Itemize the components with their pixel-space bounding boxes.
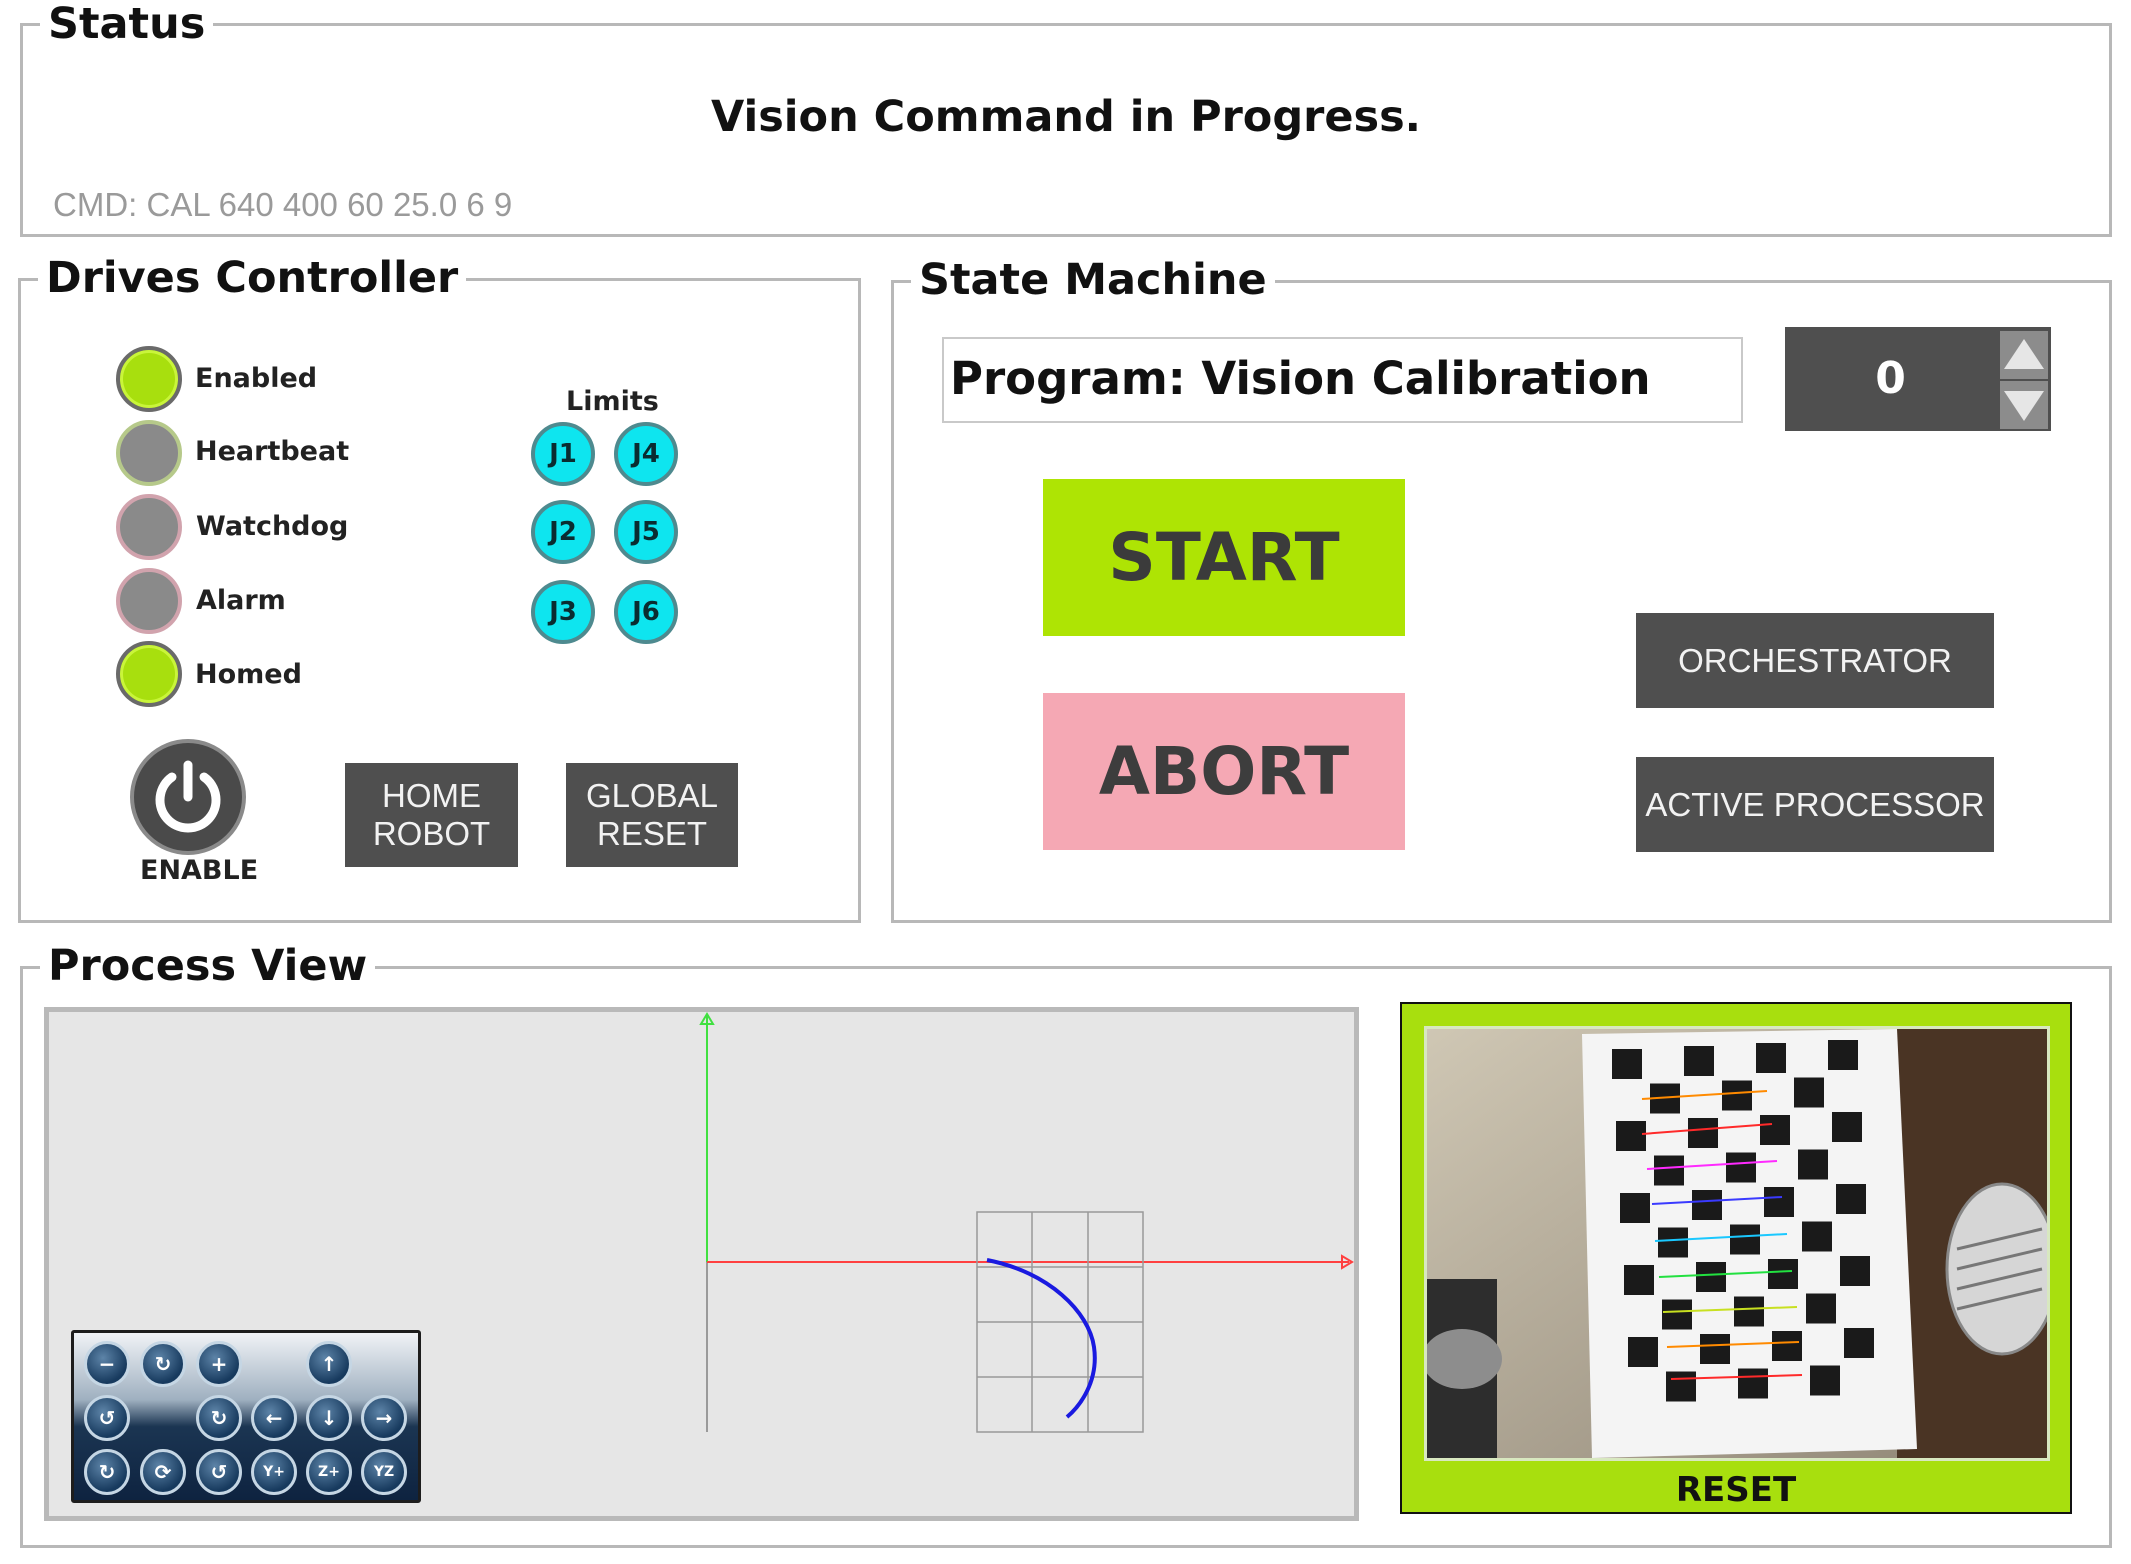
rotate-icon[interactable]: ↻: [140, 1341, 186, 1387]
camera-reset-button[interactable]: RESET: [1402, 1470, 2070, 1510]
step-up-button[interactable]: [2000, 331, 2048, 379]
checker-square: [1692, 1190, 1722, 1220]
checker-square: [1620, 1193, 1650, 1223]
global-reset-button[interactable]: GLOBAL RESET: [566, 763, 738, 867]
step-number-stepper[interactable]: 0: [1785, 327, 2051, 431]
checker-square: [1624, 1265, 1654, 1295]
rotate-right-icon[interactable]: ↻: [196, 1395, 242, 1441]
checker-square: [1628, 1337, 1658, 1367]
limit-j3-indicator: J3: [531, 580, 595, 644]
checker-square: [1810, 1365, 1840, 1396]
status-legend: Status: [40, 0, 214, 48]
limit-j5-indicator: J5: [614, 500, 678, 564]
checker-square: [1840, 1256, 1870, 1286]
checker-square: [1734, 1296, 1764, 1327]
checker-square: [1684, 1046, 1714, 1076]
watchdog-label: Watchdog: [196, 511, 349, 542]
pan-up-icon[interactable]: ↑: [306, 1341, 352, 1387]
checker-square: [1612, 1049, 1642, 1079]
limit-j2-indicator: J2: [531, 500, 595, 564]
heartbeat-label: Heartbeat: [195, 436, 350, 467]
reset-view-icon[interactable]: ↻: [84, 1449, 130, 1495]
limit-j6-indicator: J6: [614, 580, 678, 644]
checker-square: [1696, 1262, 1726, 1292]
abort-button[interactable]: ABORT: [1043, 693, 1405, 850]
alarm-led: [116, 568, 182, 634]
pan-down-icon[interactable]: ↓: [306, 1395, 352, 1441]
homed-label: Homed: [195, 659, 302, 690]
checker-square: [1798, 1149, 1828, 1180]
tool-path: [986, 1258, 1097, 1419]
home-robot-button[interactable]: HOME ROBOT: [345, 763, 518, 867]
camera-view-panel[interactable]: RESET: [1400, 1002, 2072, 1514]
checker-square: [1662, 1299, 1692, 1330]
status-message: Vision Command in Progress.: [710, 92, 1422, 142]
checker-square: [1654, 1155, 1684, 1186]
limit-j4-indicator: J4: [614, 422, 678, 486]
triangle-down-icon: [2004, 391, 2044, 421]
checker-square: [1832, 1112, 1862, 1142]
checker-square: [1666, 1371, 1696, 1402]
view-yx-icon[interactable]: Y+: [251, 1449, 297, 1495]
step-down-button[interactable]: [2000, 381, 2048, 429]
checker-square: [1616, 1121, 1646, 1151]
pan-right-icon[interactable]: →: [361, 1395, 407, 1441]
start-button[interactable]: START: [1043, 479, 1405, 636]
enable-label: ENABLE: [140, 855, 259, 886]
checker-square: [1760, 1115, 1790, 1145]
camera-image: [1424, 1026, 2050, 1461]
power-icon: [155, 760, 221, 833]
view-navigation-toolbar: − ↻ + ↑ ↺ ↻ ← ↓ → ↻ ⟳ ↺ Y+ Z+ YZ: [71, 1330, 421, 1503]
checker-square: [1768, 1259, 1798, 1289]
work-grid: [976, 1211, 1144, 1433]
process-view-legend: Process View: [40, 942, 376, 990]
program-name-field[interactable]: Program: Vision Calibration: [942, 337, 1743, 423]
active-processor-button[interactable]: ACTIVE PROCESSOR: [1636, 757, 1994, 852]
enabled-led: [116, 346, 182, 412]
alarm-label: Alarm: [196, 585, 286, 616]
calibration-image: [1427, 1029, 2047, 1458]
checker-square: [1844, 1328, 1874, 1358]
checker-square: [1836, 1184, 1866, 1214]
pan-left-icon[interactable]: ←: [251, 1395, 297, 1441]
state-machine-legend: State Machine: [911, 256, 1275, 304]
checker-square: [1700, 1334, 1730, 1364]
homed-led: [116, 641, 182, 707]
checker-square: [1756, 1043, 1786, 1073]
checker-square: [1722, 1080, 1752, 1111]
checker-square: [1806, 1293, 1836, 1324]
watchdog-led: [116, 494, 182, 560]
checker-square: [1764, 1187, 1794, 1217]
undo-rotate-icon[interactable]: ↺: [196, 1449, 242, 1495]
enable-button[interactable]: [130, 739, 246, 855]
zoom-in-icon[interactable]: +: [196, 1341, 242, 1387]
orbit-icon[interactable]: ⟳: [140, 1449, 186, 1495]
triangle-up-icon: [2004, 339, 2044, 369]
rotate-left-icon[interactable]: ↺: [84, 1395, 130, 1441]
checker-square: [1726, 1152, 1756, 1183]
checker-square: [1688, 1118, 1718, 1148]
status-command: CMD: CAL 640 400 60 25.0 6 9: [53, 186, 513, 223]
drives-controller-legend: Drives Controller: [38, 254, 467, 302]
limit-j1-indicator: J1: [531, 422, 595, 486]
checker-square: [1794, 1077, 1824, 1108]
view-zx-icon[interactable]: Z+: [306, 1449, 352, 1495]
enabled-label: Enabled: [195, 363, 318, 394]
orchestrator-button[interactable]: ORCHESTRATOR: [1636, 613, 1994, 708]
checker-square: [1802, 1221, 1832, 1252]
checker-square: [1738, 1368, 1768, 1399]
step-number-value: 0: [1875, 353, 1906, 404]
checker-square: [1772, 1331, 1802, 1361]
heartbeat-led: [116, 420, 182, 486]
checker-square: [1658, 1227, 1688, 1258]
status-panel: Vision Command in Progress. CMD: CAL 640…: [20, 23, 2112, 237]
view-yz-icon[interactable]: YZ: [361, 1449, 407, 1495]
limits-label: Limits: [566, 386, 659, 417]
checker-square: [1730, 1224, 1760, 1255]
checker-square: [1828, 1040, 1858, 1070]
zoom-out-icon[interactable]: −: [84, 1341, 130, 1387]
